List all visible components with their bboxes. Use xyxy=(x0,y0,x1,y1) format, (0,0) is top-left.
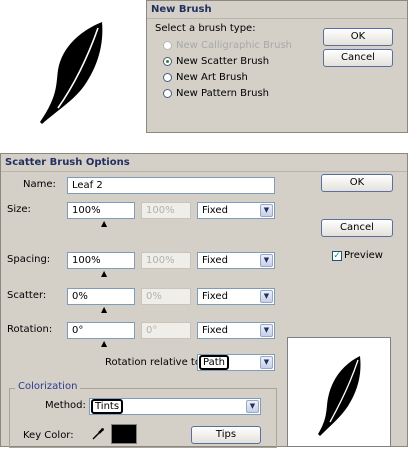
new-brush-dialog: New Brush Select a brush type: New Calli… xyxy=(146,0,408,133)
key-color-label: Key Color: xyxy=(23,430,74,441)
size-label: Size: xyxy=(7,204,31,215)
tips-button[interactable]: Tips xyxy=(191,426,261,444)
select-value: Fixed xyxy=(202,255,228,266)
scatter-max-field: 0% xyxy=(141,288,191,305)
spacing-field[interactable]: 100% xyxy=(67,252,135,269)
radio-label: New Calligraphic Brush xyxy=(176,40,293,51)
slider-handle[interactable]: ▲ xyxy=(101,340,107,348)
chevron-down-icon[interactable]: ▼ xyxy=(246,400,259,413)
slider-handle[interactable]: ▲ xyxy=(101,270,107,278)
radio-label: New Pattern Brush xyxy=(176,88,270,99)
slider-handle[interactable]: ▲ xyxy=(101,306,107,314)
radio-button[interactable] xyxy=(163,73,172,82)
dialog-title: New Brush xyxy=(147,1,407,19)
dialog-title: Scatter Brush Options xyxy=(1,154,407,172)
size-field[interactable]: 100% xyxy=(67,202,135,219)
select-value: Path xyxy=(199,355,229,370)
rotation-max-field: 0° xyxy=(141,322,191,339)
preview-checkbox[interactable]: ✓ Preview xyxy=(332,249,392,263)
chevron-down-icon[interactable]: ▼ xyxy=(260,254,273,267)
colorization-group-label: Colorization xyxy=(15,380,81,394)
cancel-button[interactable]: Cancel xyxy=(323,49,393,67)
radio-button[interactable] xyxy=(163,41,172,50)
preview-label: Preview xyxy=(344,250,383,261)
name-label: Name: xyxy=(23,179,56,190)
chevron-down-icon[interactable]: ▼ xyxy=(260,204,273,217)
rotation-mode-select[interactable]: Fixed ▼ xyxy=(197,322,275,339)
cancel-button[interactable]: Cancel xyxy=(321,219,393,237)
scatter-label: Scatter: xyxy=(7,290,47,301)
spacing-mode-select[interactable]: Fixed ▼ xyxy=(197,252,275,269)
rotation-relative-label: Rotation relative to: xyxy=(105,357,205,368)
chevron-down-icon[interactable]: ▼ xyxy=(260,324,273,337)
slider-handle[interactable]: ▲ xyxy=(101,220,107,228)
leaf-artwork xyxy=(40,22,103,124)
chevron-down-icon[interactable]: ▼ xyxy=(260,290,273,303)
scatter-field[interactable]: 0% xyxy=(67,288,135,305)
select-value: Fixed xyxy=(202,291,228,302)
radio-button[interactable] xyxy=(163,57,172,66)
rotation-label: Rotation: xyxy=(7,324,53,335)
scatter-mode-select[interactable]: Fixed ▼ xyxy=(197,288,275,305)
ok-button[interactable]: OK xyxy=(321,174,393,192)
brush-type-prompt: Select a brush type: xyxy=(155,23,256,34)
brush-preview xyxy=(287,337,391,447)
leaf-icon xyxy=(318,356,361,436)
eyedropper-icon[interactable] xyxy=(91,427,105,441)
key-color-swatch[interactable] xyxy=(111,424,137,444)
chevron-down-icon[interactable]: ▼ xyxy=(260,356,273,369)
check-icon[interactable]: ✓ xyxy=(332,251,342,261)
radio-label: New Art Brush xyxy=(176,72,248,83)
rotation-field[interactable]: 0° xyxy=(67,322,135,339)
radio-button[interactable] xyxy=(163,89,172,98)
select-value: Fixed xyxy=(202,325,228,336)
spacing-label: Spacing: xyxy=(7,254,51,265)
name-field[interactable]: Leaf 2 xyxy=(67,177,275,194)
spacing-max-field: 100% xyxy=(141,252,191,269)
select-value: Fixed xyxy=(202,205,228,216)
ok-button[interactable]: OK xyxy=(323,28,393,46)
radio-pattern[interactable]: New Pattern Brush xyxy=(163,87,313,101)
method-select[interactable]: Tints ▼ xyxy=(89,398,261,415)
rotation-relative-select[interactable]: Path ▼ xyxy=(197,354,275,371)
radio-label: New Scatter Brush xyxy=(176,56,270,67)
radio-art[interactable]: New Art Brush xyxy=(163,71,313,85)
size-mode-select[interactable]: Fixed ▼ xyxy=(197,202,275,219)
size-max-field: 100% xyxy=(141,202,191,219)
select-value: Tints xyxy=(91,399,124,414)
radio-scatter[interactable]: New Scatter Brush xyxy=(163,55,313,69)
radio-calligraphic[interactable]: New Calligraphic Brush xyxy=(163,39,313,53)
scatter-brush-options-dialog: Scatter Brush Options Name: Leaf 2 Size:… xyxy=(0,153,408,448)
method-label: Method: xyxy=(45,400,86,411)
